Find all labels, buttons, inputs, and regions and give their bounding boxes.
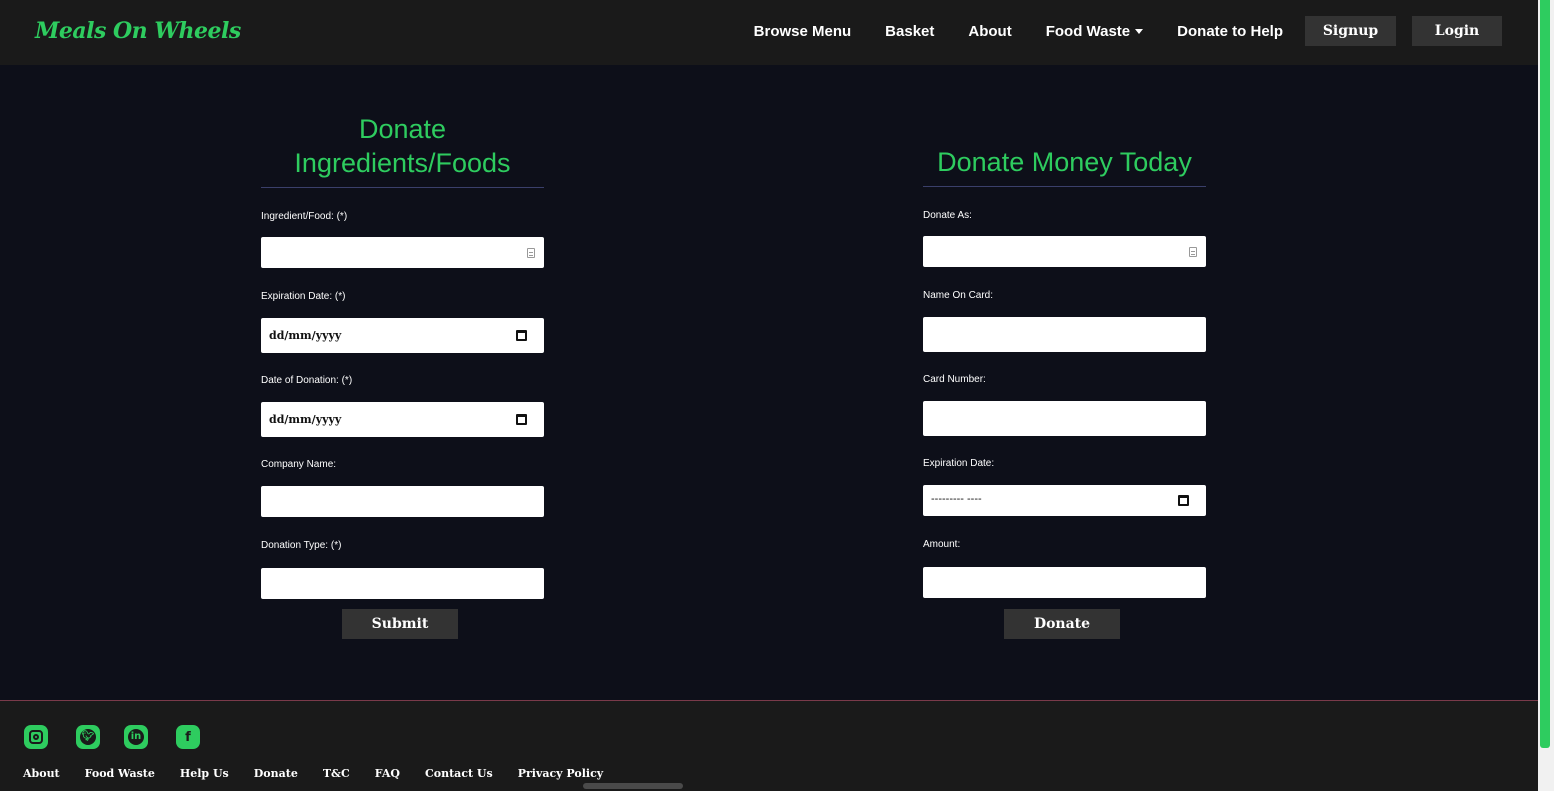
donation-type-input[interactable] (261, 568, 544, 599)
card-expiration-input[interactable]: --------- ---- (923, 485, 1206, 516)
footer-link-faq[interactable]: FAQ (375, 767, 400, 780)
amount-label: Amount: (923, 539, 961, 550)
ingredient-label: Ingredient/Food: (*) (261, 211, 348, 222)
footer-link-help-us[interactable]: Help Us (180, 767, 229, 780)
facebook-icon[interactable]: f (176, 725, 200, 749)
company-name-input[interactable] (261, 486, 544, 517)
linkedin-glyph-bg: in (128, 729, 144, 745)
donate-as-label: Donate As: (923, 210, 972, 221)
brand-logo[interactable]: Meals On Wheels (35, 18, 241, 44)
donation-date-placeholder: dd/mm/yyyy (269, 413, 342, 426)
horizontal-scrollbar[interactable] (583, 783, 683, 789)
nav-food-waste-dropdown[interactable]: Food Waste (1045, 22, 1144, 40)
signup-button[interactable]: Signup (1305, 16, 1396, 46)
twitter-icon[interactable]: 🐦︎ (76, 725, 100, 749)
nav-donate-to-help[interactable]: Donate to Help (1177, 23, 1283, 40)
expiration-date-input[interactable]: dd/mm/yyyy (261, 318, 544, 353)
vertical-scrollbar-track[interactable] (1538, 0, 1554, 791)
donate-money-title: Donate Money Today (923, 145, 1206, 187)
donate-button[interactable]: Donate (1004, 609, 1120, 639)
expiration-date-placeholder: dd/mm/yyyy (269, 329, 342, 342)
donate-food-form: Donate Ingredients/Foods Ingredient/Food… (261, 112, 544, 599)
card-number-input[interactable] (923, 401, 1206, 436)
navbar: Meals On Wheels Browse Menu Basket About… (0, 0, 1538, 65)
expiration-date-label: Expiration Date: (*) (261, 291, 346, 302)
card-number-label: Card Number: (923, 374, 986, 385)
autofill-list-icon (527, 247, 535, 258)
donate-food-title-line2: Ingredients/Foods (294, 148, 511, 178)
company-name-label: Company Name: (261, 459, 337, 470)
name-on-card-input[interactable] (923, 317, 1206, 352)
name-on-card-label: Name On Card: (923, 290, 994, 301)
footer-link-about[interactable]: About (23, 767, 60, 780)
twitter-glyph-bg: 🐦︎ (80, 729, 96, 745)
nav-about[interactable]: About (968, 23, 1011, 40)
caret-down-icon (1135, 28, 1144, 34)
linkedin-glyph: in (130, 731, 142, 742)
donate-money-form: Donate Money Today Donate As: Name On Ca… (923, 145, 1206, 598)
donation-date-label: Date of Donation: (*) (261, 375, 353, 386)
calendar-icon[interactable] (516, 329, 527, 341)
donate-food-title: Donate Ingredients/Foods (261, 112, 544, 188)
login-button[interactable]: Login (1412, 16, 1502, 46)
nav-food-waste-label: Food Waste (1045, 22, 1131, 40)
donation-type-label: Donation Type: (*) (261, 540, 342, 551)
footer-link-food-waste[interactable]: Food Waste (85, 767, 155, 780)
nav-browse-menu[interactable]: Browse Menu (754, 23, 852, 40)
footer-link-privacy-policy[interactable]: Privacy Policy (518, 767, 603, 780)
submit-button[interactable]: Submit (342, 609, 458, 639)
amount-input[interactable] (923, 567, 1206, 598)
autofill-list-icon (1189, 246, 1197, 257)
footer-link-tnc[interactable]: T&C (323, 767, 350, 780)
calendar-icon[interactable] (1178, 494, 1189, 506)
donation-date-input[interactable]: dd/mm/yyyy (261, 402, 544, 437)
footer: 🐦︎ in f About Food Waste Help Us Donate … (0, 700, 1538, 791)
nav-links: Browse Menu Basket About Food Waste Dona… (754, 16, 1502, 46)
facebook-glyph: f (185, 729, 191, 745)
donate-as-input[interactable] (923, 236, 1206, 267)
nav-basket[interactable]: Basket (885, 23, 934, 40)
footer-link-contact-us[interactable]: Contact Us (425, 767, 493, 780)
linkedin-icon[interactable]: in (124, 725, 148, 749)
card-expiration-placeholder: --------- ---- (931, 493, 982, 505)
twitter-glyph: 🐦︎ (81, 731, 95, 742)
vertical-scrollbar-thumb[interactable] (1540, 0, 1550, 748)
instagram-glyph (29, 730, 43, 744)
footer-links: About Food Waste Help Us Donate T&C FAQ … (23, 767, 628, 780)
donate-food-title-line1: Donate (358, 114, 447, 144)
calendar-icon[interactable] (516, 413, 527, 425)
instagram-icon[interactable] (24, 725, 48, 749)
footer-link-donate[interactable]: Donate (254, 767, 298, 780)
card-expiration-label: Expiration Date: (923, 458, 995, 469)
ingredient-input[interactable] (261, 237, 544, 268)
